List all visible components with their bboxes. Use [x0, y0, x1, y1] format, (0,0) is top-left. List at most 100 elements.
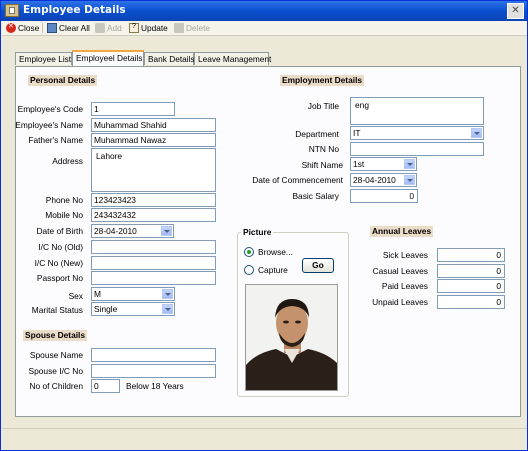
shift-label: Shift Name — [301, 160, 343, 170]
marital-value: Single — [94, 304, 118, 314]
commencement-label: Date of Commencement — [252, 175, 343, 185]
personal-details-heading: Personal Details — [28, 75, 98, 86]
add-button[interactable]: Add — [95, 22, 122, 34]
mobile-label: Mobile No — [45, 210, 83, 220]
employee-name-field[interactable]: Muhammad Shahid — [91, 118, 216, 132]
passport-field[interactable] — [91, 271, 216, 285]
employee-name-label: Employee's Name — [15, 120, 83, 130]
chevron-down-icon[interactable] — [162, 304, 173, 314]
capture-label: Capture — [258, 265, 288, 275]
paid-leaves-label: Paid Leaves — [381, 281, 428, 291]
department-value: IT — [353, 128, 361, 138]
father-name-label: Father's Name — [28, 135, 83, 145]
employee-code-label: Employee's Code — [17, 104, 83, 114]
browse-radio[interactable] — [244, 247, 254, 257]
chevron-down-icon[interactable] — [162, 289, 173, 299]
close-button-label: Close — [18, 23, 40, 33]
shift-value: 1st — [353, 159, 365, 169]
casual-leaves-field[interactable]: 0 — [437, 264, 505, 278]
chevron-down-icon[interactable] — [471, 128, 482, 138]
ic-new-label: I/C No (New) — [34, 258, 83, 268]
portrait-image — [246, 285, 337, 390]
marital-select[interactable]: Single — [91, 302, 175, 316]
passport-label: Passport No — [36, 273, 83, 283]
employee-code-field[interactable]: 1 — [91, 102, 175, 116]
employee-photo — [245, 284, 338, 391]
job-title-field[interactable]: eng — [350, 97, 484, 125]
title-bar[interactable]: Employee Details ✕ — [1, 1, 527, 21]
address-field[interactable]: Lahore — [91, 148, 216, 192]
clear-all-label: Clear All — [59, 23, 90, 33]
dob-picker[interactable]: 28-04-2010 — [91, 224, 174, 238]
paid-leaves-field[interactable]: 0 — [437, 279, 505, 293]
sick-leaves-field[interactable]: 0 — [437, 248, 505, 262]
marital-label: Marital Status — [31, 305, 83, 315]
spouse-ic-label: Spouse I/C No — [28, 366, 83, 376]
clear-all-button[interactable]: Clear All — [47, 22, 90, 34]
tab-bank-details[interactable]: Bank Details — [144, 52, 195, 65]
tab-leave-management[interactable]: Leave Management — [194, 52, 271, 65]
app-icon — [5, 4, 19, 17]
add-icon — [95, 23, 105, 33]
delete-icon — [174, 23, 184, 33]
chevron-down-icon[interactable] — [161, 226, 172, 236]
sex-select[interactable]: M — [91, 287, 175, 301]
job-title-label: Job Title — [307, 101, 339, 111]
chevron-down-icon[interactable] — [404, 175, 415, 185]
ntn-field[interactable] — [350, 142, 484, 156]
shift-select[interactable]: 1st — [350, 157, 417, 171]
ic-old-field[interactable] — [91, 240, 216, 254]
clear-icon — [47, 23, 57, 33]
dob-label: Date of Birth — [36, 226, 83, 236]
picture-heading: Picture — [241, 227, 274, 238]
employment-details-heading: Employment Details — [280, 75, 365, 86]
tab-employee-list[interactable]: Employee List — [15, 52, 72, 65]
mobile-field[interactable]: 243432432 — [91, 208, 216, 222]
delete-button[interactable]: Delete — [174, 22, 210, 34]
ntn-label: NTN No — [308, 144, 339, 154]
delete-label: Delete — [186, 23, 210, 33]
unpaid-leaves-label: Unpaid Leaves — [372, 297, 428, 307]
phone-label: Phone No — [45, 195, 83, 205]
toolbar: Close Clear All Add Update Delete — [2, 21, 527, 36]
update-icon — [129, 23, 139, 33]
add-label: Add — [107, 23, 122, 33]
ic-new-field[interactable] — [91, 256, 216, 270]
tab-employee-details[interactable]: Employeel Details — [72, 50, 144, 66]
ic-old-label: I/C No (Old) — [38, 242, 83, 252]
employee-details-window: Employee Details ✕ Close Clear All Add U… — [0, 0, 528, 451]
close-icon — [6, 22, 16, 33]
salary-label: Basic Salary — [292, 191, 339, 201]
address-label: Address — [52, 156, 83, 166]
capture-radio[interactable] — [244, 265, 254, 275]
children-field[interactable]: 0 — [91, 379, 120, 393]
close-button[interactable]: Close — [6, 22, 39, 34]
toolbar-separator — [42, 23, 43, 33]
commencement-picker[interactable]: 28-04-2010 — [350, 173, 417, 187]
go-button[interactable]: Go — [302, 258, 334, 273]
annual-leaves-heading: Annual Leaves — [370, 226, 434, 237]
department-select[interactable]: IT — [350, 126, 484, 140]
window-close-button[interactable]: ✕ — [507, 3, 524, 19]
sick-leaves-label: Sick Leaves — [382, 250, 428, 260]
unpaid-leaves-field[interactable]: 0 — [437, 295, 505, 309]
window-title: Employee Details — [23, 4, 126, 16]
update-button[interactable]: Update — [129, 22, 168, 34]
phone-field[interactable]: 123423423 — [91, 193, 216, 207]
browse-label: Browse... — [258, 247, 293, 257]
department-label: Department — [295, 129, 339, 139]
salary-field[interactable]: 0 — [350, 189, 418, 203]
father-name-field[interactable]: Muhammad Nawaz — [91, 133, 216, 147]
sex-value: M — [94, 289, 101, 299]
spouse-ic-field[interactable] — [91, 364, 216, 378]
spouse-name-label: Spouse Name — [29, 350, 83, 360]
spouse-name-field[interactable] — [91, 348, 216, 362]
children-suffix: Below 18 Years — [126, 381, 184, 391]
commencement-value: 28-04-2010 — [353, 175, 396, 185]
spouse-details-heading: Spouse Details — [23, 330, 88, 341]
chevron-down-icon[interactable] — [404, 159, 415, 169]
update-label: Update — [141, 23, 168, 33]
children-label: No of Children — [29, 381, 83, 391]
dob-value: 28-04-2010 — [94, 226, 137, 236]
casual-leaves-label: Casual Leaves — [372, 266, 428, 276]
